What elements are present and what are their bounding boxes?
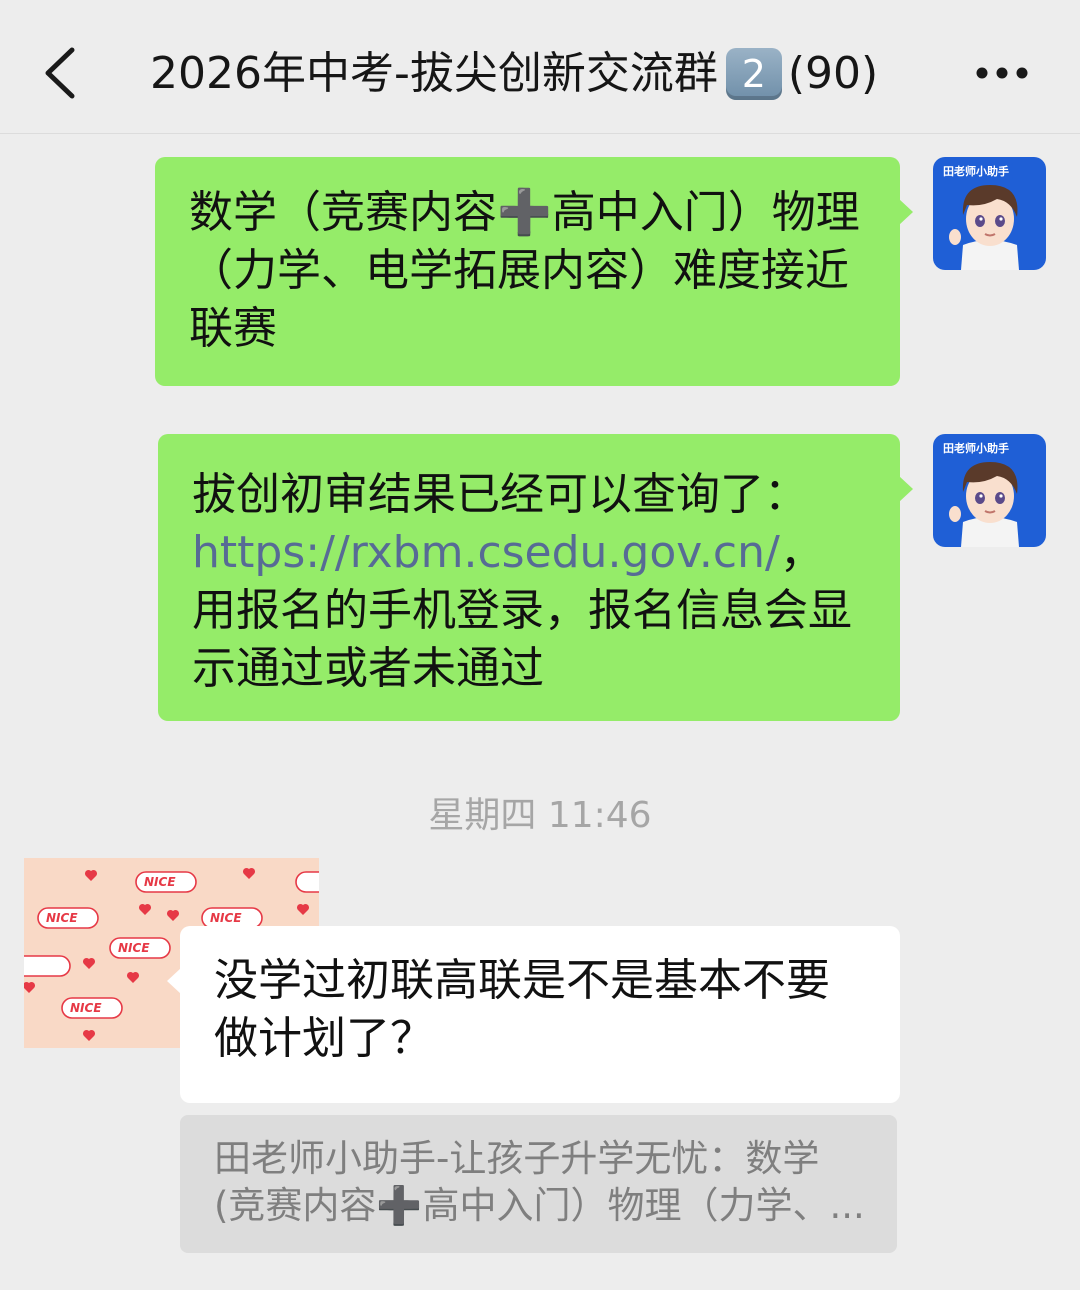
- message-text: 没学过初联高联是不是基本不要做计划了？: [214, 955, 830, 1064]
- keycap-emoji: 2: [725, 48, 782, 100]
- message-bubble-outgoing[interactable]: 拔创初审结果已经可以查询了： https://rxbm.csedu.gov.cn/…: [158, 434, 913, 721]
- message-text: 数学（竞赛内容➕高中入门）物理（力学、电学拓展内容）难度接近联赛: [189, 187, 860, 354]
- message-bubble-incoming[interactable]: 没学过初联高联是不是基本不要做计划了？: [167, 926, 900, 1103]
- avatar-label: 田老师小助手: [943, 441, 1009, 455]
- svg-text:NICE: NICE: [118, 941, 150, 955]
- chat-screen: 2026年中考-拔尖创新交流群 2 (90) 数学（竞赛内容➕高中入门）物理（力…: [0, 0, 1080, 1290]
- avatar[interactable]: 田老师小助手: [933, 157, 1046, 270]
- message-timestamp: 星期四 11:46: [428, 795, 652, 836]
- quoted-message[interactable]: 田老师小助手-让孩子升学无忧：数学 (竞赛内容➕高中入门）物理（力学、...: [180, 1115, 897, 1253]
- more-dots-icon: [976, 67, 1028, 79]
- chevron-left-icon: [45, 47, 75, 99]
- group-name: 2026年中考-拔尖创新交流群: [150, 48, 718, 99]
- message-link[interactable]: https://rxbm.csedu.gov.cn/: [192, 527, 780, 578]
- avatar-label: 田老师小助手: [943, 164, 1009, 178]
- avatar[interactable]: 田老师小助手: [933, 434, 1046, 547]
- svg-text:NICE: NICE: [70, 1001, 102, 1015]
- more-button[interactable]: [972, 50, 1032, 96]
- svg-text:NICE: NICE: [46, 911, 78, 925]
- message-text-before-link: 拔创初审结果已经可以查询了：: [192, 469, 808, 520]
- svg-text:NICE: NICE: [144, 875, 176, 889]
- cartoon-boy-avatar-icon: 田老师小助手: [933, 157, 1046, 270]
- message-bubble-outgoing[interactable]: 数学（竞赛内容➕高中入门）物理（力学、电学拓展内容）难度接近联赛: [155, 157, 913, 386]
- svg-text:NICE: NICE: [210, 911, 242, 925]
- chat-header: 2026年中考-拔尖创新交流群 2 (90): [0, 0, 1080, 134]
- quote-line: 田老师小助手-让孩子升学无忧：数学: [214, 1137, 820, 1180]
- member-count: (90): [787, 48, 879, 99]
- back-button[interactable]: [30, 38, 90, 108]
- chat-title: 2026年中考-拔尖创新交流群 2 (90): [150, 44, 878, 104]
- cartoon-boy-avatar-icon: 田老师小助手: [933, 434, 1046, 547]
- quote-line: (竞赛内容➕高中入门）物理（力学、...: [214, 1184, 863, 1227]
